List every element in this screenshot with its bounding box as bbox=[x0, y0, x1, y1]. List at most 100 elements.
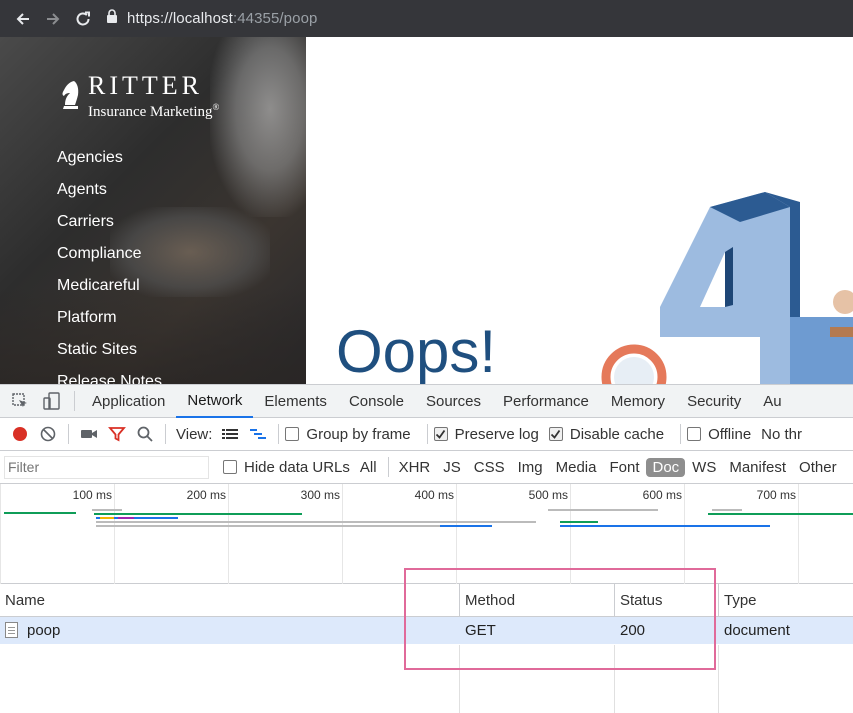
tab-elements[interactable]: Elements bbox=[253, 385, 338, 418]
filter-type-js[interactable]: JS bbox=[437, 458, 467, 477]
cursor-select-icon bbox=[12, 393, 27, 407]
chess-knight-icon bbox=[58, 73, 82, 116]
menu-item-static-sites[interactable]: Static Sites bbox=[57, 339, 162, 371]
address-bar[interactable]: https://localhost:44355/poop bbox=[106, 9, 317, 28]
filter-input[interactable] bbox=[4, 455, 209, 479]
timeline-tick-label: 400 ms bbox=[414, 488, 454, 502]
video-camera-icon bbox=[81, 430, 97, 438]
filter-separator bbox=[387, 457, 389, 477]
menu-item-platform[interactable]: Platform bbox=[57, 307, 162, 339]
clear-button[interactable] bbox=[34, 418, 62, 451]
menu-item-agencies[interactable]: Agencies bbox=[57, 147, 162, 179]
search-button[interactable] bbox=[131, 418, 159, 451]
forward-button[interactable] bbox=[38, 4, 68, 34]
column-header-name[interactable]: Name bbox=[0, 584, 459, 617]
filter-bar: Hide data URLs All XHR JS CSS Img Media … bbox=[0, 451, 853, 484]
timeline-bar bbox=[440, 525, 492, 527]
throttling-select[interactable]: No thr bbox=[761, 426, 802, 443]
arrow-right-icon bbox=[47, 12, 60, 25]
tab-memory[interactable]: Memory bbox=[600, 385, 676, 418]
preserve-log-checkbox[interactable]: Preserve log bbox=[433, 426, 539, 443]
arrow-left-icon bbox=[16, 12, 29, 25]
tab-separator bbox=[74, 391, 75, 411]
timeline-bar bbox=[712, 509, 742, 511]
back-button[interactable] bbox=[8, 4, 38, 34]
waterfall-view-button[interactable] bbox=[244, 418, 272, 451]
timeline-tick-label: 600 ms bbox=[642, 488, 682, 502]
menu-item-release-notes[interactable]: Release Notes bbox=[57, 371, 162, 384]
timeline-tick-label: 300 ms bbox=[300, 488, 340, 502]
timeline-gridline bbox=[114, 484, 115, 584]
offline-checkbox[interactable]: Offline bbox=[687, 426, 751, 443]
filter-type-css[interactable]: CSS bbox=[468, 458, 511, 477]
filter-type-img[interactable]: Img bbox=[512, 458, 549, 477]
reload-button[interactable] bbox=[68, 4, 98, 34]
tab-audits[interactable]: Au bbox=[752, 385, 792, 418]
filter-type-xhr[interactable]: XHR bbox=[393, 458, 437, 477]
menu-item-compliance[interactable]: Compliance bbox=[57, 243, 162, 275]
tab-sources[interactable]: Sources bbox=[415, 385, 492, 418]
timeline-bar bbox=[96, 521, 536, 523]
toolbar-separator bbox=[165, 424, 166, 444]
toolbar-separator bbox=[426, 424, 428, 444]
tab-performance[interactable]: Performance bbox=[492, 385, 600, 418]
record-button[interactable] bbox=[6, 418, 34, 451]
request-name-cell[interactable]: poop bbox=[0, 617, 60, 644]
checkmark-icon bbox=[436, 429, 446, 439]
column-header-type[interactable]: Type bbox=[718, 584, 853, 617]
menu-item-carriers[interactable]: Carriers bbox=[57, 211, 162, 243]
device-icon bbox=[43, 392, 60, 410]
filter-type-doc[interactable]: Doc bbox=[646, 457, 686, 477]
toolbar-separator bbox=[278, 424, 280, 444]
toolbar-separator bbox=[68, 424, 69, 444]
menu-item-agents[interactable]: Agents bbox=[57, 179, 162, 211]
toolbar-separator bbox=[680, 424, 682, 444]
checkbox-box bbox=[433, 427, 448, 441]
checkbox-box bbox=[548, 427, 563, 441]
404-illustration bbox=[601, 192, 853, 384]
device-toolbar-button[interactable] bbox=[36, 385, 68, 418]
filter-type-media[interactable]: Media bbox=[550, 458, 603, 477]
filter-type-font[interactable]: Font bbox=[603, 458, 645, 477]
timeline-bar bbox=[100, 517, 114, 519]
browser-toolbar: https://localhost:44355/poop bbox=[0, 0, 853, 37]
reload-icon bbox=[76, 11, 90, 25]
filter-toggle-button[interactable] bbox=[103, 418, 131, 451]
checkbox-box bbox=[285, 427, 300, 441]
filter-type-ws[interactable]: WS bbox=[686, 458, 722, 477]
large-rows-button[interactable] bbox=[216, 418, 244, 451]
menu-item-medicareful[interactable]: Medicareful bbox=[57, 275, 162, 307]
filter-type-manifest[interactable]: Manifest bbox=[723, 458, 792, 477]
tab-application[interactable]: Application bbox=[81, 385, 176, 418]
timeline-gridline bbox=[0, 484, 1, 584]
request-type: document bbox=[724, 622, 790, 639]
inspect-element-button[interactable] bbox=[4, 385, 36, 418]
disable-cache-checkbox[interactable]: Disable cache bbox=[548, 426, 664, 443]
record-icon bbox=[13, 427, 27, 441]
tab-security[interactable]: Security bbox=[676, 385, 752, 418]
column-divider bbox=[718, 645, 719, 713]
checkbox-box bbox=[223, 460, 237, 474]
tab-network[interactable]: Network bbox=[176, 385, 254, 418]
timeline-bar bbox=[560, 521, 598, 523]
timeline-bar bbox=[548, 509, 658, 511]
timeline-bar bbox=[708, 513, 853, 515]
background-photo bbox=[210, 37, 306, 217]
screenshots-button[interactable] bbox=[75, 418, 103, 451]
group-by-frame-checkbox[interactable]: Group by frame bbox=[285, 426, 411, 443]
network-toolbar: View: Group by frame Preserve log Disabl… bbox=[0, 418, 853, 451]
filter-type-all[interactable]: All bbox=[354, 458, 383, 477]
devtools-tabbar: Application Network Elements Console Sou… bbox=[0, 385, 853, 418]
site-sidebar: RITTER Insurance Marketing® Agencies Age… bbox=[0, 37, 306, 384]
site-logo[interactable]: RITTER Insurance Marketing® bbox=[58, 73, 219, 120]
timeline-gridline bbox=[342, 484, 343, 584]
timeline-bar bbox=[92, 509, 122, 511]
timeline-bar bbox=[560, 525, 770, 527]
timeline-bar bbox=[96, 525, 492, 527]
filter-funnel-icon bbox=[108, 427, 126, 442]
search-icon bbox=[137, 426, 153, 442]
tab-console[interactable]: Console bbox=[338, 385, 415, 418]
timeline-tick-label: 500 ms bbox=[528, 488, 568, 502]
hide-data-urls-checkbox[interactable]: Hide data URLs bbox=[223, 459, 350, 476]
filter-type-other[interactable]: Other bbox=[793, 458, 843, 477]
